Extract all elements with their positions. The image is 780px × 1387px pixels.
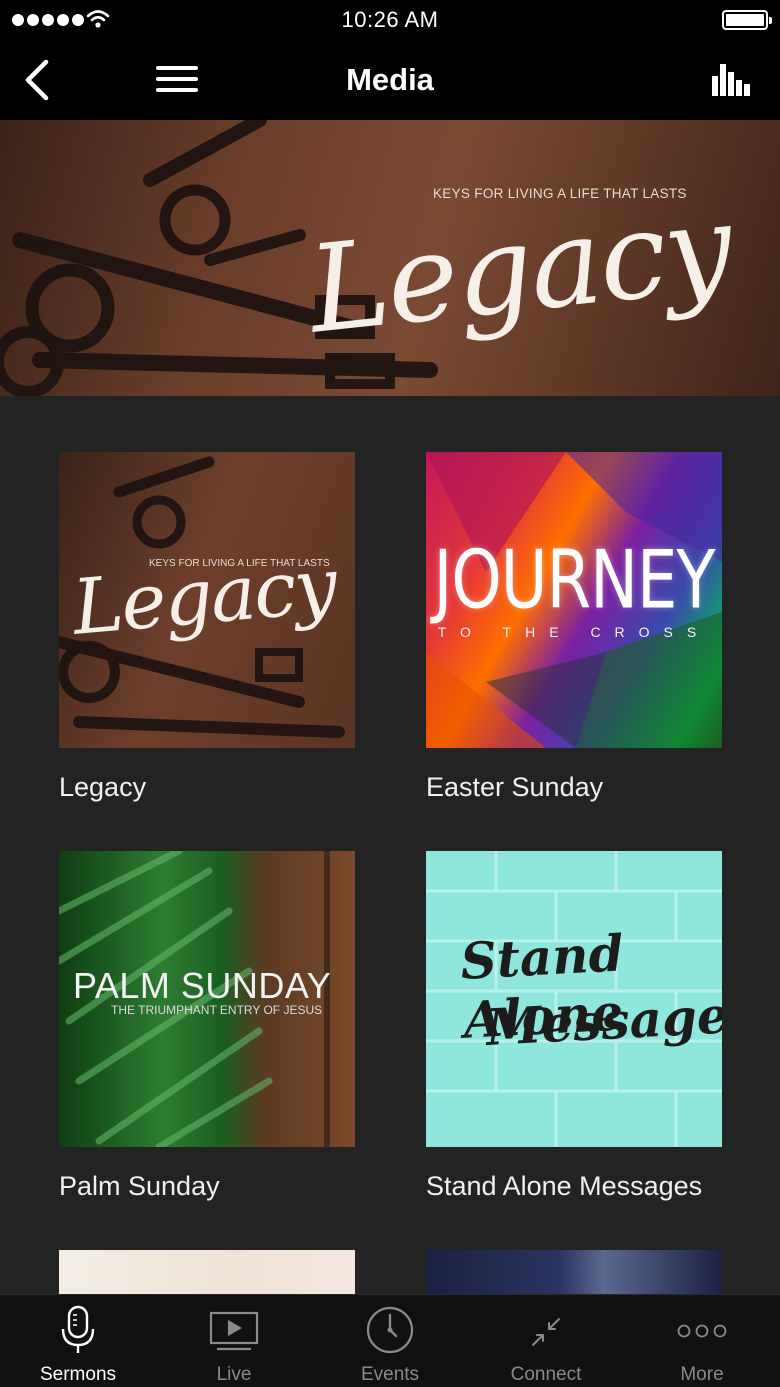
battery-icon (722, 10, 772, 30)
media-card-stand-alone-messages[interactable]: Stand Alone Messages Stand Alone Message… (426, 851, 722, 1201)
tab-label: Connect (510, 1364, 582, 1385)
art-title: PALM SUNDAY (73, 965, 332, 1006)
media-card-legacy[interactable]: KEYS FOR LIVING A LIFE THAT LASTS Legacy… (59, 452, 355, 802)
media-card-partial[interactable] (426, 1250, 722, 1294)
series-thumbnail[interactable] (426, 1250, 722, 1294)
media-card-palm-sunday[interactable]: PALM SUNDAY THE TRIUMPHANT ENTRY OF JESU… (59, 851, 355, 1201)
tab-label: More (680, 1364, 724, 1385)
series-thumbnail[interactable]: PALM SUNDAY THE TRIUMPHANT ENTRY OF JESU… (59, 851, 355, 1147)
tab-connect[interactable]: Connect (468, 1295, 624, 1387)
tab-label: Sermons (39, 1364, 117, 1385)
tab-live[interactable]: Live (156, 1295, 312, 1387)
featured-series-banner[interactable]: KEYS FOR LIVING A LIFE THAT LASTS Legacy (0, 120, 780, 396)
card-label[interactable]: Stand Alone Messages (426, 1171, 702, 1202)
series-thumbnail[interactable]: KEYS FOR LIVING A LIFE THAT LASTS Legacy (59, 452, 355, 748)
nav-bar: Media (0, 40, 780, 120)
status-time: 10:26 AM (341, 7, 439, 32)
media-card-easter-sunday[interactable]: JOURNEY TO THE CROSS Easter Sunday (426, 452, 722, 802)
series-thumbnail[interactable]: Stand Alone Messages (426, 851, 722, 1147)
clock-icon (366, 1306, 414, 1354)
card-label[interactable]: Easter Sunday (426, 772, 603, 803)
art-subtitle: THE TRIUMPHANT ENTRY OF JESUS (111, 1003, 323, 1017)
tab-bar: Sermons Live Events Connect More (0, 1294, 780, 1387)
tab-sermons[interactable]: Sermons (0, 1295, 156, 1387)
more-dots-icon (677, 1324, 727, 1338)
art-title: JOURNEY (433, 534, 716, 628)
tab-more[interactable]: More (624, 1295, 780, 1387)
status-bar: 10:26 AM (0, 0, 780, 40)
connect-arrows-icon (532, 1318, 560, 1346)
page-title: Media (346, 62, 434, 97)
tab-label: Events (360, 1364, 420, 1385)
microphone-icon (61, 1305, 95, 1353)
series-thumbnail[interactable] (59, 1250, 355, 1294)
bar-chart-icon[interactable] (712, 62, 750, 96)
media-card-partial[interactable] (59, 1250, 355, 1294)
series-thumbnail[interactable]: JOURNEY TO THE CROSS (426, 452, 722, 748)
art-subtitle: TO THE CROSS (437, 624, 711, 640)
tab-events[interactable]: Events (312, 1295, 468, 1387)
play-screen-icon (209, 1311, 259, 1351)
card-label[interactable]: Legacy (59, 772, 146, 803)
art-title: Legacy (69, 540, 339, 652)
tab-label: Live (216, 1364, 252, 1385)
card-label[interactable]: Palm Sunday (59, 1171, 220, 1202)
